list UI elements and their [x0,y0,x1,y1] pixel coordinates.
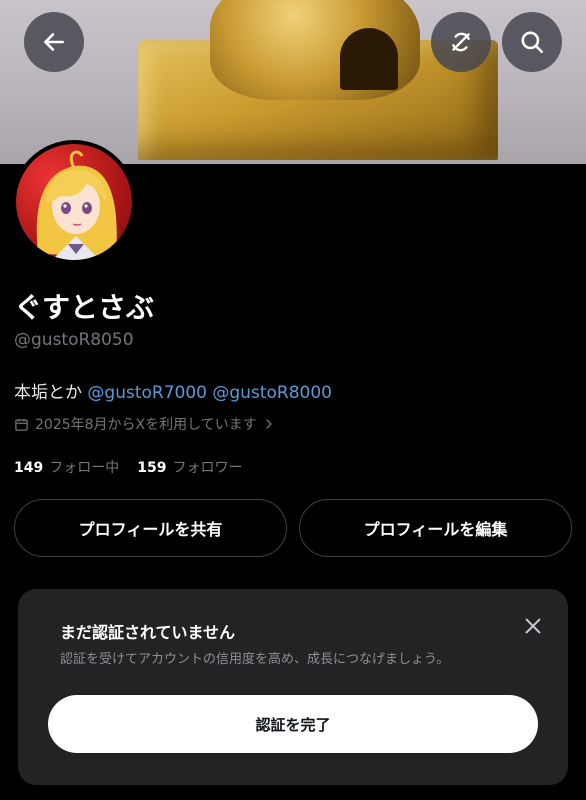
user-handle: @gustoR8050 [14,330,134,350]
following-count: 149 [14,460,44,476]
avatar[interactable] [12,140,136,264]
no-sync-button[interactable] [431,12,491,72]
bio-link-mention-2[interactable]: @gustoR8000 [212,383,332,403]
verification-card: まだ認証されていません 認証を受けてアカウントの信用度を高め、成長につなげましょ… [18,589,568,785]
no-sync-icon [452,32,470,52]
search-icon [521,31,544,54]
verification-card-subtitle: 認証を受けてアカウントの信用度を高め、成長につなげましょう。 [60,652,450,667]
bio-link-mention-1[interactable]: @gustoR7000 [87,383,207,403]
complete-verification-button[interactable]: 認証を完了 [48,695,538,753]
search-button[interactable] [502,12,562,72]
followers-label: フォロワー [172,460,243,476]
joined-date-row[interactable]: 2025年8月からXを利用しています [14,414,275,434]
profile-banner[interactable] [0,0,586,164]
bio-text: 本垢とか [14,383,82,403]
following-label: フォロー中 [49,460,120,476]
followers-count: 159 [137,460,167,476]
chevron-right-icon [266,419,272,429]
calendar-icon [15,418,28,431]
followers-stat[interactable]: 159 フォロワー [137,457,242,477]
bio: 本垢とか @gustoR7000 @gustoR8000 [14,378,332,403]
banner-seal-hole [340,28,398,90]
follow-stats: 149 フォロー中 159 フォロワー [14,457,242,477]
avatar-image [16,144,132,260]
share-profile-button[interactable]: プロフィールを共有 [14,499,287,557]
display-name: ぐすとさぶ [14,291,155,324]
verification-card-title: まだ認証されていません [60,623,236,642]
arrow-left-icon [44,33,64,51]
close-icon[interactable] [522,615,544,637]
joined-date-text: 2025年8月からXを利用しています [35,417,257,433]
edit-profile-button[interactable]: プロフィールを編集 [299,499,572,557]
following-stat[interactable]: 149 フォロー中 [14,457,119,477]
back-button[interactable] [24,12,84,72]
